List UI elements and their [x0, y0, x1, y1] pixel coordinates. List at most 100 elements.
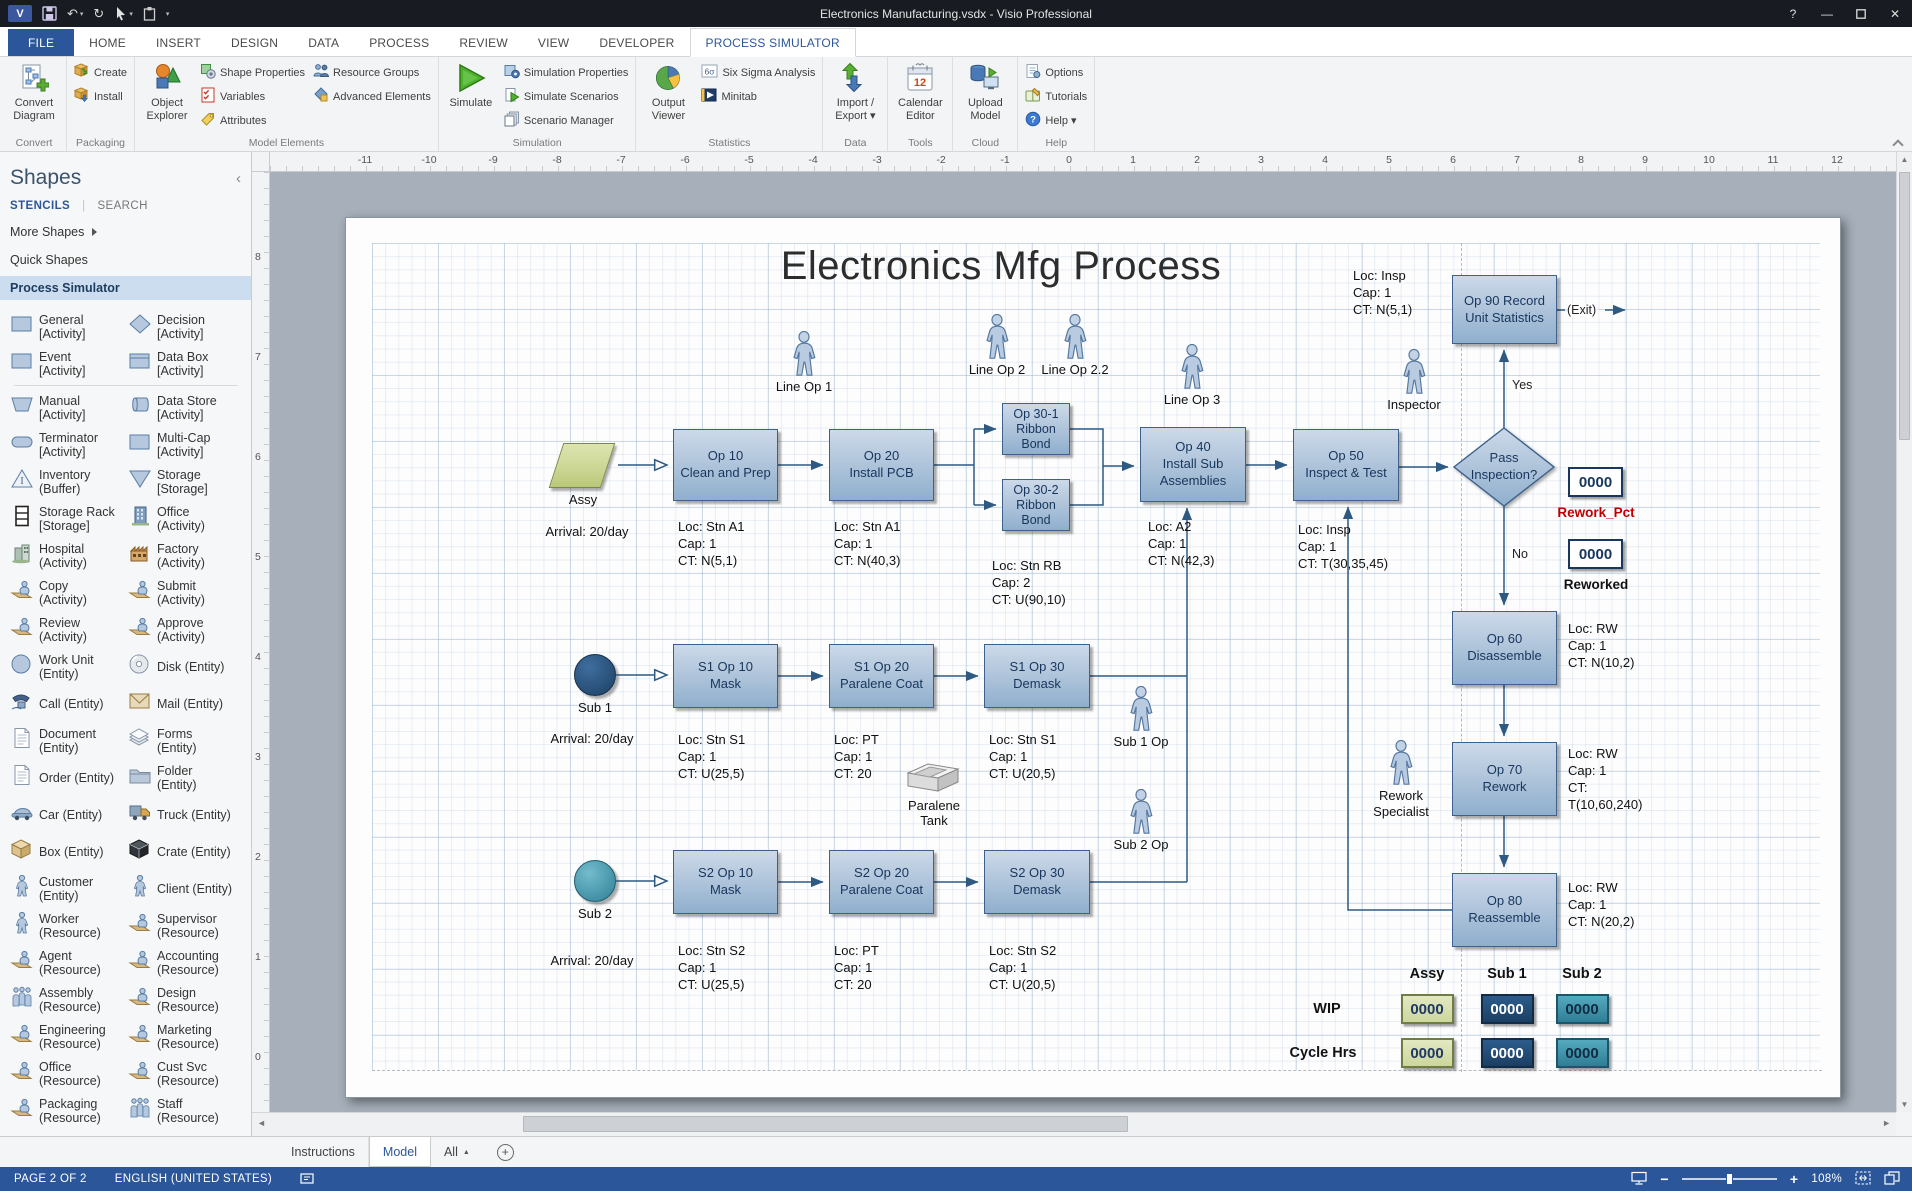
node-s2-op-10-mask[interactable]: S2 Op 10 Mask — [673, 850, 778, 914]
horizontal-scrollbar-thumb[interactable] — [523, 1116, 1128, 1132]
zoom-level[interactable]: 108% — [1811, 1173, 1842, 1185]
node-s1-op-20-paralene-coat[interactable]: S1 Op 20 Paralene Coat — [829, 644, 934, 708]
node-s2-op-30-demask[interactable]: S2 Op 30 Demask — [984, 850, 1090, 914]
stencil-item-submit-activity[interactable]: Submit (Activity) — [126, 574, 244, 611]
person-inspector[interactable] — [1400, 349, 1428, 395]
stencil-item-general-activity[interactable]: General [Activity] — [8, 308, 126, 345]
node-op-40-install-sub-assemblies[interactable]: Op 40 Install Sub Assemblies — [1140, 427, 1246, 502]
stencil-item-box-entity[interactable]: Box (Entity) — [8, 833, 126, 870]
add-page-button[interactable]: + — [497, 1144, 514, 1161]
cell-cycle-hrs-sub-2[interactable]: 0000 — [1556, 1038, 1609, 1068]
help-button[interactable]: ?Help ▾ — [1022, 110, 1090, 131]
node-pass-inspection[interactable]: Pass Inspection? — [1454, 428, 1554, 506]
node-op-30-2-ribbon-bond[interactable]: Op 30-2 Ribbon Bond — [1002, 479, 1070, 531]
stencil-item-copy-activity[interactable]: Copy (Activity) — [8, 574, 126, 611]
convert-diagram-button[interactable]: Convert Diagram — [6, 59, 62, 135]
collapse-panel-icon[interactable]: ‹ — [236, 170, 241, 187]
drawing-page[interactable]: Electronics Mfg Process Op 10 Clean and … — [345, 217, 1841, 1098]
stencil-item-manual-activity[interactable]: Manual [Activity] — [8, 389, 126, 426]
maximize-button[interactable] — [1844, 0, 1878, 27]
stencil-item-engineering-resource[interactable]: Engineering (Resource) — [8, 1018, 126, 1055]
page-tab-model[interactable]: Model — [369, 1137, 431, 1167]
upload-model-button[interactable]: Upload Model — [957, 59, 1013, 135]
output-viewer-button[interactable]: Output Viewer — [640, 59, 696, 135]
collapse-ribbon-button[interactable] — [1893, 138, 1902, 147]
undo-button[interactable]: ↶▾ — [67, 6, 83, 22]
data-box-reworked[interactable]: 0000 — [1568, 539, 1623, 569]
scroll-left-icon[interactable]: ◄ — [257, 1118, 266, 1128]
create-button[interactable]: Create — [71, 62, 130, 83]
person-line-op-1[interactable] — [790, 331, 818, 377]
page-tab-instructions[interactable]: Instructions — [278, 1137, 369, 1167]
tab-insert[interactable]: INSERT — [141, 29, 216, 56]
stencil-item-customer-entity[interactable]: Customer (Entity) — [8, 870, 126, 907]
customize-qat-icon[interactable]: ▾ — [166, 10, 170, 18]
person-sub-1-op[interactable] — [1127, 686, 1155, 732]
tab-process-simulator[interactable]: PROCESS SIMULATOR — [690, 28, 856, 57]
scroll-down-icon[interactable]: ▼ — [1897, 1100, 1912, 1109]
node-op-90-record-unit-statistics[interactable]: Op 90 Record Unit Statistics — [1452, 275, 1557, 344]
tab-developer[interactable]: DEVELOPER — [584, 29, 689, 56]
tutorials-button[interactable]: Tutorials — [1022, 86, 1090, 107]
stencil-item-work-unit-entity[interactable]: Work Unit (Entity) — [8, 648, 126, 685]
stencil-item-disk-entity[interactable]: Disk (Entity) — [126, 648, 244, 685]
stencil-item-design-resource[interactable]: Design (Resource) — [126, 981, 244, 1018]
horizontal-scrollbar[interactable]: ◄ ► — [252, 1112, 1896, 1136]
cell-cycle-hrs-assy[interactable]: 0000 — [1401, 1038, 1454, 1068]
zoom-out-button[interactable]: − — [1660, 1171, 1668, 1187]
person-rework-specialist[interactable] — [1387, 740, 1415, 786]
stencil-item-multi-cap-activity[interactable]: Multi-Cap [Activity] — [126, 426, 244, 463]
vertical-scrollbar-thumb[interactable] — [1899, 172, 1910, 440]
stencil-item-data-box-activity[interactable]: Data Box [Activity] — [126, 345, 244, 382]
help-button[interactable]: ? — [1776, 0, 1810, 27]
stencil-item-supervisor-resource[interactable]: Supervisor (Resource) — [126, 907, 244, 944]
node-s2-op-20-paralene-coat[interactable]: S2 Op 20 Paralene Coat — [829, 850, 934, 914]
tab-file[interactable]: FILE — [8, 29, 74, 56]
tab-home[interactable]: HOME — [74, 29, 141, 56]
import-export-button[interactable]: Import / Export ▾ — [827, 59, 883, 135]
presentation-mode-icon[interactable] — [1631, 1171, 1647, 1188]
scroll-right-icon[interactable]: ► — [1882, 1118, 1891, 1128]
stencil-item-factory-activity[interactable]: Factory (Activity) — [126, 537, 244, 574]
tab-view[interactable]: VIEW — [523, 29, 584, 56]
node-op-20-install-pcb[interactable]: Op 20 Install PCB — [829, 429, 934, 501]
simulate-scenarios-button[interactable]: Simulate Scenarios — [501, 86, 632, 107]
node-op-30-1-ribbon-bond[interactable]: Op 30-1 Ribbon Bond — [1002, 403, 1070, 455]
stencil-item-worker-resource[interactable]: Worker (Resource) — [8, 907, 126, 944]
panel-tab-search[interactable]: SEARCH — [97, 200, 147, 212]
touch-mode-icon[interactable]: ▾ — [114, 6, 133, 21]
stencil-item-car-entity[interactable]: Car (Entity) — [8, 796, 126, 833]
stencil-item-call-entity[interactable]: Call (Entity) — [8, 685, 126, 722]
minimize-button[interactable]: — — [1810, 0, 1844, 27]
node-op-60-disassemble[interactable]: Op 60 Disassemble — [1452, 611, 1557, 685]
stencil-item-folder-entity[interactable]: Folder (Entity) — [126, 759, 244, 796]
advanced-elements-button[interactable]: Advanced Elements — [310, 86, 434, 107]
paralene-tank-shape[interactable] — [900, 761, 966, 802]
install-button[interactable]: Install — [71, 86, 130, 107]
cell-wip-assy[interactable]: 0000 — [1401, 994, 1454, 1024]
tab-review[interactable]: REVIEW — [444, 29, 523, 56]
node-s1-op-10-mask[interactable]: S1 Op 10 Mask — [673, 644, 778, 708]
redo-button[interactable]: ↻ — [93, 6, 104, 22]
tab-process[interactable]: PROCESS — [354, 29, 444, 56]
node-op-70-rework[interactable]: Op 70 Rework — [1452, 742, 1557, 816]
stencil-item-inventory-buffer[interactable]: IInventory (Buffer) — [8, 463, 126, 500]
page-tab-all[interactable]: All▲ — [431, 1137, 483, 1167]
six-sigma-analysis-button[interactable]: 6σSix Sigma Analysis — [698, 62, 818, 83]
quick-shapes-item[interactable]: Quick Shapes — [0, 246, 251, 274]
switch-windows-icon[interactable] — [1884, 1171, 1900, 1188]
stencil-item-marketing-resource[interactable]: Marketing (Resource) — [126, 1018, 244, 1055]
stencil-item-event-activity[interactable]: Event [Activity] — [8, 345, 126, 382]
stencil-item-client-entity[interactable]: Client (Entity) — [126, 870, 244, 907]
scroll-up-icon[interactable]: ▲ — [1897, 155, 1912, 164]
options-button[interactable]: Options — [1022, 62, 1090, 83]
minitab-button[interactable]: Minitab — [698, 86, 818, 107]
stencil-item-decision-activity[interactable]: Decision [Activity] — [126, 308, 244, 345]
active-stencil-tab[interactable]: Process Simulator — [0, 276, 251, 300]
shape-properties-button[interactable]: Shape Properties — [197, 62, 308, 83]
person-line-op-2[interactable] — [983, 314, 1011, 360]
stencil-item-data-store-activity[interactable]: Data Store [Activity] — [126, 389, 244, 426]
language-indicator[interactable]: ENGLISH (UNITED STATES) — [101, 1167, 286, 1191]
stencil-item-storage-storage[interactable]: Storage [Storage] — [126, 463, 244, 500]
node-op-50-inspect-test[interactable]: Op 50 Inspect & Test — [1293, 429, 1399, 501]
